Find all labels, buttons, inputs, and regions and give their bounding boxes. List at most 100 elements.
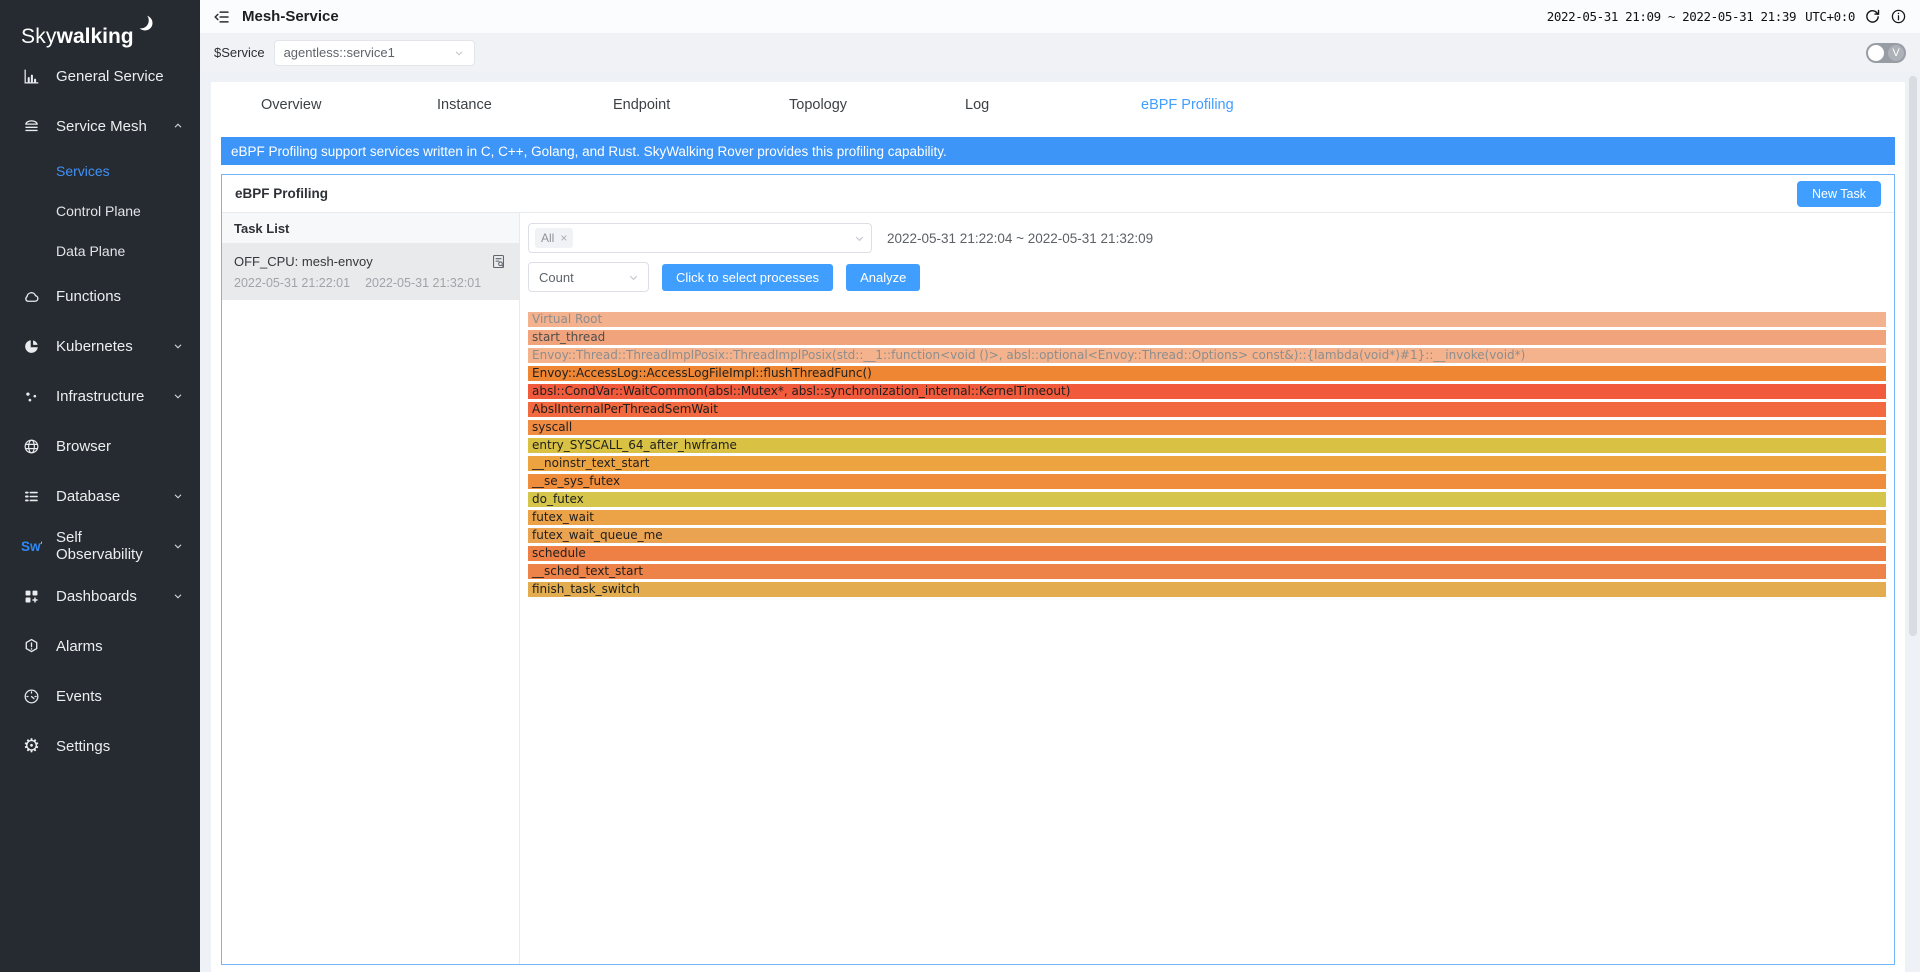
- service-select-value: agentless::service1: [284, 45, 395, 60]
- list-icon: [21, 486, 42, 507]
- aggregation-select[interactable]: Count: [528, 262, 649, 292]
- flame-frame[interactable]: AbslInternalPerThreadSemWait: [528, 402, 1886, 417]
- schedule-select[interactable]: All ×: [528, 223, 872, 253]
- sidebar-item-label: Functions: [56, 288, 121, 305]
- globe-icon: [21, 436, 42, 457]
- sidebar-item-label: Dashboards: [56, 588, 137, 605]
- toggle-version-badge: V: [1888, 45, 1904, 61]
- analysis-area: All × 2022-05-31 21:22:04 ~ 2022-05-31 2…: [520, 213, 1894, 964]
- flame-frame[interactable]: syscall: [528, 420, 1886, 435]
- flame-frame[interactable]: finish_task_switch: [528, 582, 1886, 597]
- sidebar-item-label: Kubernetes: [56, 338, 133, 355]
- app-logo[interactable]: Skywalking: [0, 0, 200, 51]
- version-toggle[interactable]: V: [1866, 43, 1906, 63]
- info-icon[interactable]: [1890, 8, 1907, 25]
- flame-frame[interactable]: absl::CondVar::WaitCommon(absl::Mutex*, …: [528, 384, 1886, 399]
- logo-text-bold: walking: [57, 25, 134, 48]
- sidebar-item-label: Alarms: [56, 638, 103, 655]
- task-list: Task List OFF_CPU: mesh-envoy 2022-05-31…: [222, 213, 520, 964]
- flame-frame[interactable]: __se_sys_futex: [528, 474, 1886, 489]
- page-title: Mesh-Service: [242, 8, 339, 25]
- task-detail-log-icon[interactable]: [490, 253, 507, 270]
- flame-frame[interactable]: Virtual Root: [528, 312, 1886, 327]
- sidebar-item-label: Infrastructure: [56, 388, 144, 405]
- panel-title: eBPF Profiling: [235, 186, 328, 201]
- top-header: Mesh-Service 2022-05-31 21:09 ~ 2022-05-…: [200, 0, 1920, 34]
- layers-icon: [21, 116, 42, 137]
- tab-overview[interactable]: Overview: [261, 97, 437, 113]
- skywalking-sw-icon: Sw: [21, 536, 42, 557]
- flame-frame[interactable]: futex_wait_queue_me: [528, 528, 1886, 543]
- panel-header: eBPF Profiling New Task: [222, 175, 1894, 213]
- select-processes-button[interactable]: Click to select processes: [662, 264, 833, 291]
- sidebar-item-alarms[interactable]: Alarms: [0, 621, 200, 671]
- timezone-text[interactable]: UTC+0:0: [1805, 9, 1855, 24]
- task-list-item[interactable]: OFF_CPU: mesh-envoy 2022-05-31 21:22:01 …: [222, 244, 519, 300]
- sidebar-item-label: Control Plane: [56, 203, 141, 219]
- sidebar-item-label: General Service: [56, 68, 164, 85]
- tag-close-icon[interactable]: ×: [560, 232, 567, 244]
- new-task-button[interactable]: New Task: [1797, 181, 1881, 207]
- tab-log[interactable]: Log: [965, 97, 1141, 113]
- sidebar-item-control-plane[interactable]: Control Plane: [0, 191, 200, 231]
- clock-icon: [21, 686, 42, 707]
- time-range-text[interactable]: 2022-05-31 21:09 ~ 2022-05-31 21:39: [1547, 9, 1796, 24]
- sidebar-item-settings[interactable]: ⚙ Settings: [0, 721, 200, 771]
- tab-topology[interactable]: Topology: [789, 97, 965, 113]
- flame-frame[interactable]: futex_wait: [528, 510, 1886, 525]
- sidebar-fold-icon[interactable]: [213, 8, 231, 26]
- service-select[interactable]: agentless::service1: [274, 40, 475, 66]
- sidebar-item-service-mesh[interactable]: Service Mesh: [0, 101, 200, 151]
- task-start-time: 2022-05-31 21:22:01: [234, 276, 350, 290]
- sidebar-item-functions[interactable]: Functions: [0, 271, 200, 321]
- selected-tag-label: All: [541, 231, 554, 245]
- flame-frame[interactable]: __noinstr_text_start: [528, 456, 1886, 471]
- ebpf-profiling-panel: eBPF Profiling New Task Task List OFF_CP…: [221, 174, 1895, 965]
- flame-frame[interactable]: entry_SYSCALL_64_after_hwframe: [528, 438, 1886, 453]
- flame-frame[interactable]: Envoy::Thread::ThreadImplPosix::ThreadIm…: [528, 348, 1886, 363]
- chevron-down-icon: [627, 271, 640, 284]
- vertical-scrollbar[interactable]: [1909, 76, 1917, 636]
- sidebar-item-events[interactable]: Events: [0, 671, 200, 721]
- tab-ebpf-profiling[interactable]: eBPF Profiling: [1141, 97, 1317, 113]
- tab-endpoint[interactable]: Endpoint: [613, 97, 789, 113]
- flame-frame[interactable]: Envoy::AccessLog::AccessLogFileImpl::flu…: [528, 366, 1886, 381]
- info-banner: eBPF Profiling support services written …: [221, 137, 1895, 165]
- sidebar-item-services[interactable]: Services: [0, 151, 200, 191]
- chevron-down-icon: [172, 340, 184, 352]
- sidebar-item-data-plane[interactable]: Data Plane: [0, 231, 200, 271]
- flame-frame[interactable]: schedule: [528, 546, 1886, 561]
- flame-graph: Virtual Root start_thread Envoy::Thread:…: [528, 312, 1886, 597]
- bar-chart-icon: [21, 66, 42, 87]
- pie-chart-icon: [21, 336, 42, 357]
- tab-instance[interactable]: Instance: [437, 97, 613, 113]
- flame-frame[interactable]: start_thread: [528, 330, 1886, 345]
- sidebar-item-label: Settings: [56, 738, 110, 755]
- flame-frame[interactable]: do_futex: [528, 492, 1886, 507]
- selected-tag: All ×: [535, 228, 573, 248]
- content-area: Overview Instance Endpoint Topology Log …: [200, 71, 1920, 972]
- sidebar-item-infrastructure[interactable]: Infrastructure: [0, 371, 200, 421]
- refresh-icon[interactable]: [1864, 8, 1881, 25]
- sidebar-item-label: Service Mesh: [56, 118, 147, 135]
- sidebar-item-general-service[interactable]: General Service: [0, 51, 200, 101]
- analyze-button[interactable]: Analyze: [846, 264, 920, 291]
- chevron-down-icon: [853, 232, 866, 245]
- flame-frame[interactable]: __sched_text_start: [528, 564, 1886, 579]
- dots-cluster-icon: [21, 386, 42, 407]
- sidebar-item-label: Database: [56, 488, 120, 505]
- sidebar-item-kubernetes[interactable]: Kubernetes: [0, 321, 200, 371]
- topbar-right: 2022-05-31 21:09 ~ 2022-05-31 21:39 UTC+…: [1547, 8, 1907, 25]
- gear-icon: ⚙: [21, 736, 42, 757]
- sidebar-item-dashboards[interactable]: Dashboards: [0, 571, 200, 621]
- task-name: OFF_CPU: mesh-envoy: [234, 254, 373, 269]
- chevron-down-icon: [172, 490, 184, 502]
- chevron-up-icon: [172, 120, 184, 132]
- logo-text-light: Sky: [21, 25, 57, 48]
- sidebar-item-self-observability[interactable]: Sw Self Observability: [0, 521, 200, 571]
- sidebar-item-label: Browser: [56, 438, 111, 455]
- grid-plus-icon: [21, 586, 42, 607]
- sidebar-item-label: Data Plane: [56, 243, 125, 259]
- sidebar-item-browser[interactable]: Browser: [0, 421, 200, 471]
- sidebar-item-database[interactable]: Database: [0, 471, 200, 521]
